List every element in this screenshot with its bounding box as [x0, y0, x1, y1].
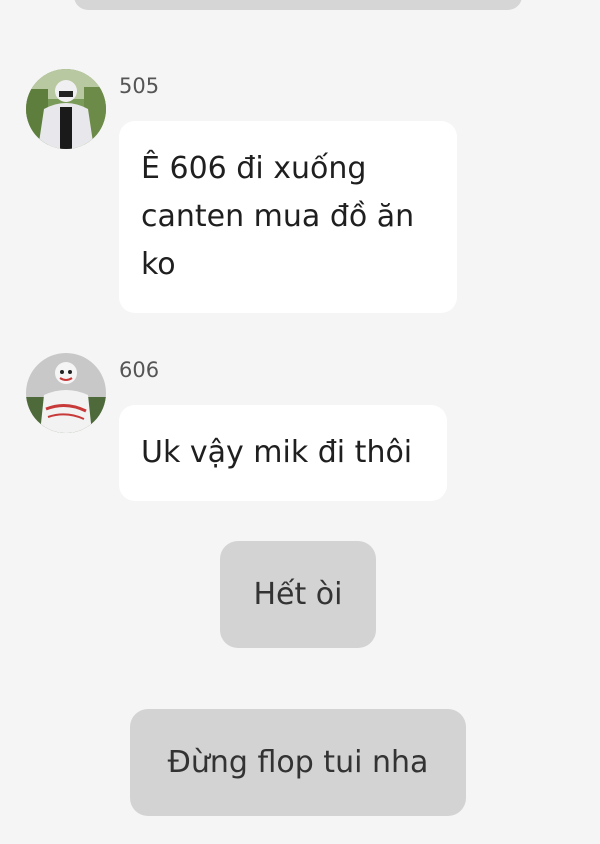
- person-in-white-hoodie-avatar-icon: [26, 69, 106, 149]
- message-text: Ê 606 đi xuống canten mua đồ ăn ko: [141, 151, 415, 282]
- message-bubble: Uk vậy mik đi thôi: [119, 405, 447, 501]
- choice-button[interactable]: Đừng flop tui nha: [130, 709, 466, 816]
- message-text: Uk vậy mik đi thôi: [141, 435, 413, 470]
- sender-name: 505: [119, 74, 160, 98]
- choice-label: Đừng flop tui nha: [167, 745, 429, 780]
- choice-label: Hết òi: [253, 577, 343, 612]
- choice-button[interactable]: Hết òi: [220, 541, 376, 648]
- sender-avatar-606[interactable]: [26, 353, 106, 433]
- sender-name: 606: [119, 358, 160, 382]
- sender-avatar-505[interactable]: [26, 69, 106, 149]
- previous-choice-button[interactable]: [74, 0, 522, 10]
- person-with-mask-avatar-icon: [26, 353, 106, 433]
- message-bubble: Ê 606 đi xuống canten mua đồ ăn ko: [119, 121, 457, 313]
